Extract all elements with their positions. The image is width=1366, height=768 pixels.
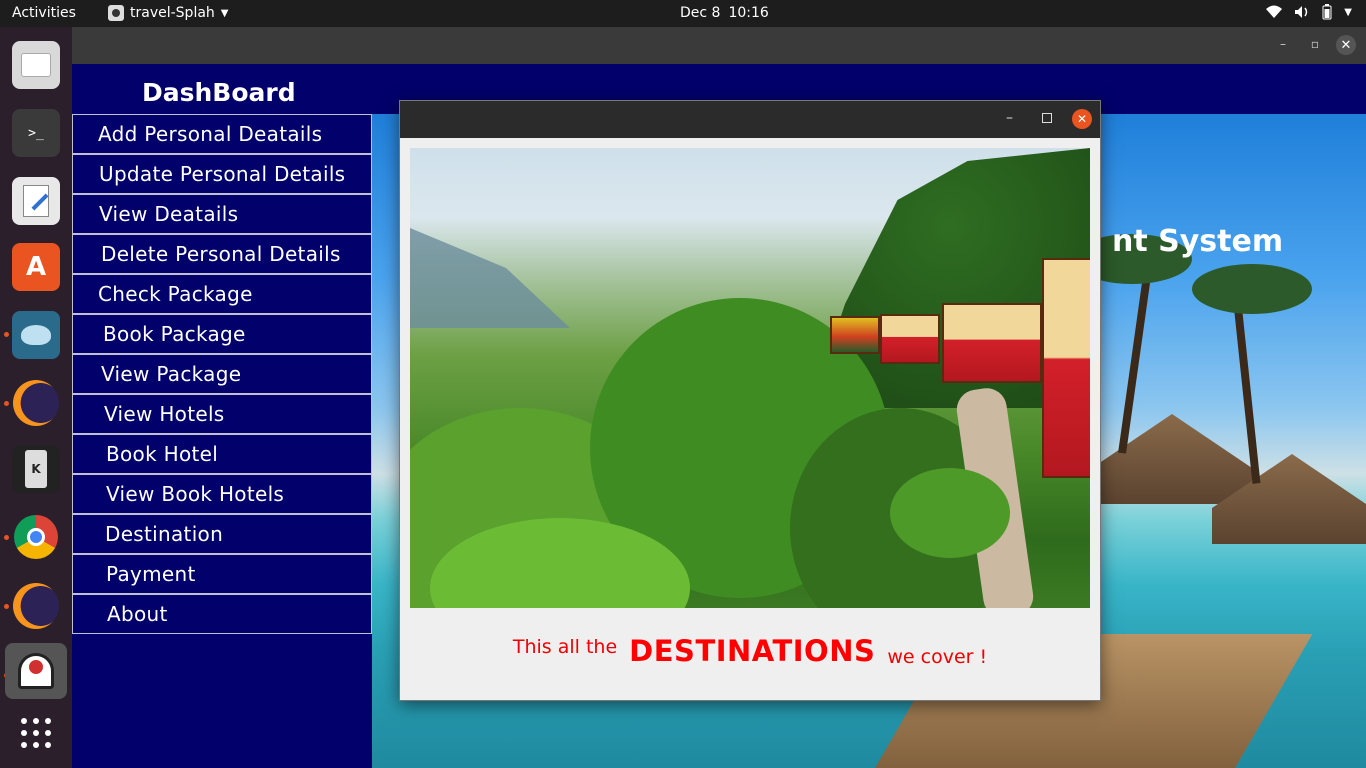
running-indicator [4,604,9,609]
running-indicator [4,332,9,337]
top-bar: Activities travel-Splah ▼ Dec 8 10:16 ▼ [0,0,1366,27]
app-menu-label: travel-Splah [130,5,215,21]
palm-trunk [1231,284,1261,484]
clock[interactable]: Dec 8 10:16 [680,5,769,21]
train-coach [1042,258,1090,478]
system-tray[interactable]: ▼ [1266,4,1352,20]
app-icon [108,5,124,21]
menu-add-personal-details[interactable]: Add Personal Deatails [72,114,372,154]
software-center-icon[interactable]: A [12,243,60,291]
text-editor-icon[interactable] [12,177,60,225]
caption-suffix: we cover ! [887,646,988,668]
maximize-icon[interactable]: ▫ [1311,37,1319,51]
caption-highlight: DESTINATIONS [629,634,876,668]
chevron-down-icon: ▼ [220,7,229,19]
minimize-icon[interactable]: – [1006,110,1013,126]
menu-destination[interactable]: Destination [72,514,372,554]
wifi-icon [1266,5,1283,18]
train-engine [830,316,880,354]
palm-frond [1192,264,1312,314]
app-grid-icon[interactable] [12,709,60,757]
date-label: Dec 8 [680,5,721,21]
hut-shape [1092,414,1252,504]
dashboard-title: DashBoard [142,78,296,107]
running-indicator [4,535,9,540]
menu-check-package[interactable]: Check Package [72,274,372,314]
dashboard-menu: Add Personal Deatails Update Personal De… [72,114,372,634]
app-menu[interactable]: travel-Splah ▼ [108,5,228,21]
eclipse-icon[interactable] [12,379,60,427]
maximize-icon[interactable] [1042,113,1052,123]
minimize-icon[interactable]: – [1280,37,1286,51]
palm-trunk [1118,254,1154,454]
train-coach [880,314,940,364]
close-icon[interactable]: ✕ [1336,35,1356,55]
menu-delete-personal-details[interactable]: Delete Personal Details [72,234,372,274]
running-indicator [4,401,9,406]
bush-shape [890,468,1010,558]
menu-view-hotels[interactable]: View Hotels [72,394,372,434]
mysql-workbench-icon[interactable] [12,311,60,359]
chevron-down-icon: ▼ [1344,6,1352,18]
dialog-titlebar[interactable]: – ✕ [400,101,1100,138]
menu-update-personal-details[interactable]: Update Personal Details [72,154,372,194]
kde-connect-icon[interactable]: K [12,445,60,493]
activities-button[interactable]: Activities [12,5,76,21]
files-icon[interactable] [12,41,60,89]
caption-prefix: This all the [512,636,618,658]
close-icon[interactable]: ✕ [1072,109,1092,129]
menu-view-details[interactable]: View Deatails [72,194,372,234]
mountain-shape [410,228,570,328]
destination-caption: This all the DESTINATIONS we cover ! [400,631,1100,671]
menu-book-hotel[interactable]: Book Hotel [72,434,372,474]
eclipse-icon[interactable] [12,582,60,630]
main-titlebar[interactable]: – ▫ ✕ [72,27,1366,64]
menu-about[interactable]: About [72,594,372,634]
volume-icon [1295,6,1308,18]
menu-book-package[interactable]: Book Package [72,314,372,354]
battery-icon [1322,4,1332,20]
destination-photo [410,148,1090,608]
chrome-icon[interactable] [12,513,60,561]
system-title: nt System [1112,224,1284,259]
terminal-icon[interactable]: >_ [12,109,60,157]
menu-payment[interactable]: Payment [72,554,372,594]
time-label: 10:16 [728,5,769,21]
menu-view-package[interactable]: View Package [72,354,372,394]
java-icon[interactable] [5,643,67,699]
menu-view-book-hotels[interactable]: View Book Hotels [72,474,372,514]
destination-dialog: – ✕ This all the DESTINATIONS we cover ! [399,100,1101,701]
dock: >_ A K [0,27,72,768]
train-coach [942,303,1042,383]
